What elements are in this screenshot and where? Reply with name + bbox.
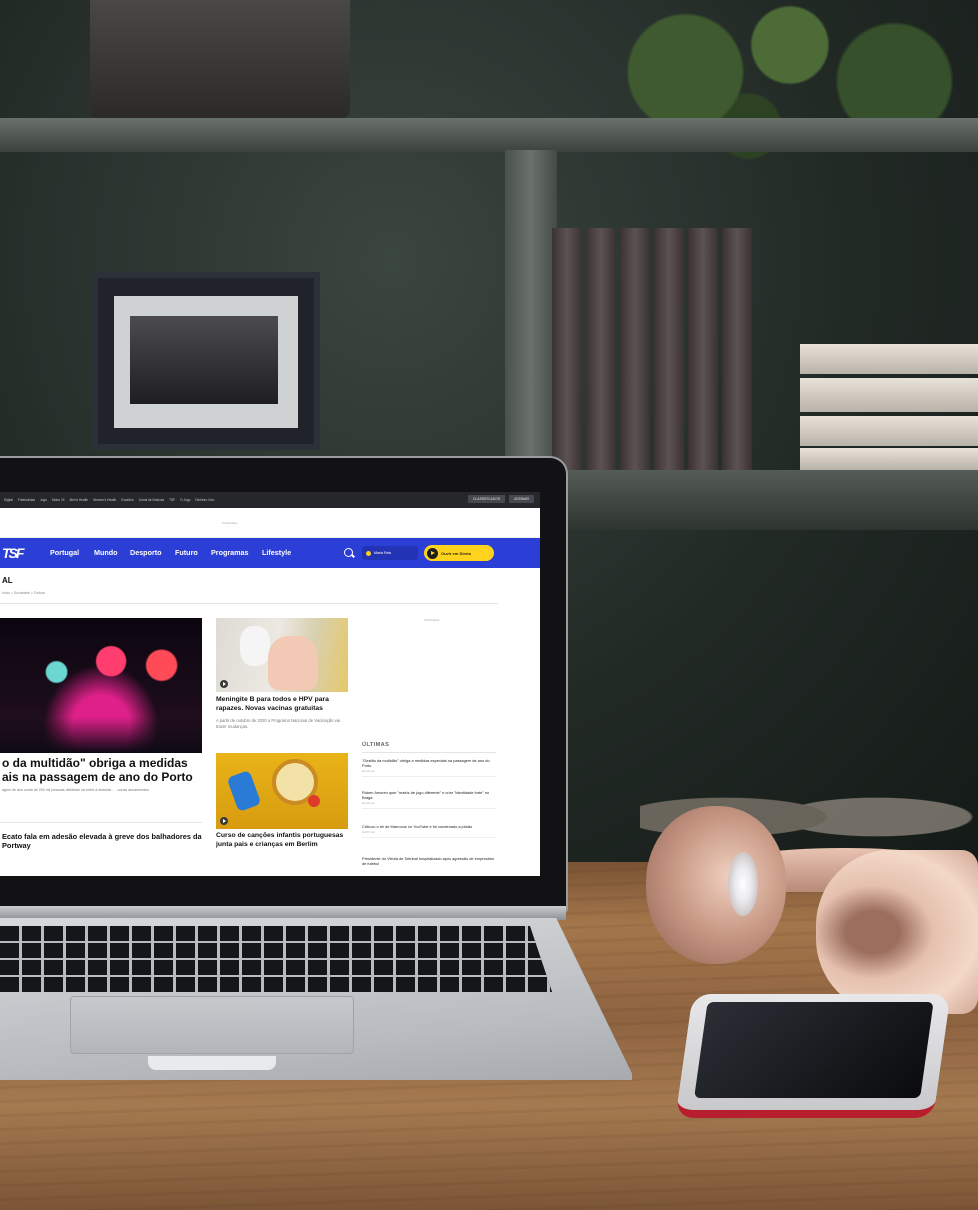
nav-item-programas[interactable]: Programas xyxy=(211,548,249,557)
book xyxy=(688,228,718,470)
latest-title: Rúben Amorim quer "matriz de jogo difere… xyxy=(362,790,490,800)
glove-shape xyxy=(240,626,270,666)
story-headline[interactable]: Ecato fala em adesão elevada à greve dos… xyxy=(2,832,202,850)
latest-heading: ÚLTIMAS xyxy=(362,742,390,748)
nav-item-desporto[interactable]: Desporto xyxy=(130,548,162,557)
latest-time: Há 10 min xyxy=(362,769,375,773)
book xyxy=(586,228,616,470)
laptop-lip xyxy=(148,1056,276,1070)
headphones-cup xyxy=(646,806,786,964)
hero-headline[interactable]: o da multidão" obriga a medidas ais na p… xyxy=(2,756,202,784)
toy-shape xyxy=(308,795,320,807)
nav-item-futuro[interactable]: Futuro xyxy=(175,548,198,557)
listen-live-label: Ouvir em Direto xyxy=(441,550,472,556)
divider xyxy=(0,603,498,604)
topbar-link[interactable]: Dinheiro Vivo xyxy=(195,498,214,502)
hand-shape xyxy=(268,636,318,690)
frame-photo xyxy=(130,316,278,404)
latest-time: Há 57 min xyxy=(362,830,375,834)
search-icon[interactable] xyxy=(344,548,353,557)
play-icon xyxy=(220,817,228,825)
classifieds-button[interactable]: CLASSIFICADOS xyxy=(467,495,506,503)
book-stack xyxy=(800,448,978,470)
topbar-link[interactable]: Futebolistas xyxy=(18,498,35,502)
book-stack xyxy=(800,416,978,446)
book xyxy=(552,228,582,470)
topbar-link[interactable]: Evasões xyxy=(121,498,133,502)
user-name: Maria Reis xyxy=(374,551,392,555)
divider xyxy=(362,776,496,777)
card-image-toys[interactable] xyxy=(216,753,348,829)
books xyxy=(552,228,772,470)
user-menu[interactable]: Maria Reis xyxy=(362,546,418,560)
shelf-top xyxy=(0,118,978,152)
latest-time: Há 30 min xyxy=(362,801,375,805)
site-topbar: Digital Futebolistas Jogo Motor 24 Men's… xyxy=(0,492,540,508)
list-item[interactable]: Presidente do Vitória de Setúbal hospita… xyxy=(362,856,496,866)
ad-strip: Publicidade xyxy=(0,508,540,538)
basket xyxy=(90,0,350,118)
smartphone xyxy=(675,994,951,1118)
site-logo[interactable]: TSF xyxy=(2,545,26,561)
book xyxy=(722,228,752,470)
book xyxy=(654,228,684,470)
section-title: AL xyxy=(2,576,13,585)
topbar-link[interactable]: Men's Health xyxy=(70,498,89,502)
topbar-buttons: CLASSIFICADOS ASSINAR xyxy=(467,495,534,503)
breadcrumb[interactable]: Início > Sociedade > Cultura xyxy=(2,591,45,595)
book-stack xyxy=(800,378,978,412)
topbar-link[interactable]: Digital xyxy=(4,498,13,502)
nav-item-mundo[interactable]: Mundo xyxy=(94,548,118,557)
sidebar-ad-label: Publicidade xyxy=(424,618,440,622)
smartphone-screen xyxy=(694,1002,934,1098)
topbar-link[interactable]: O Jogo xyxy=(180,498,190,502)
hero-image-fireworks[interactable] xyxy=(0,618,202,753)
latest-title: Critícou o rei de Marrocos no YouTube e … xyxy=(362,824,473,829)
shelf-upright xyxy=(505,150,557,470)
list-item[interactable]: Critícou o rei de Marrocos no YouTube e … xyxy=(362,824,496,838)
divider xyxy=(362,837,496,838)
hero-lead: agem de ano conta de 200 mil pessoas div… xyxy=(2,788,150,792)
subscribe-button[interactable]: ASSINAR xyxy=(509,495,534,503)
main-nav: TSF Portugal Mundo Desporto Futuro Progr… xyxy=(0,538,540,568)
laptop-hinge xyxy=(0,906,566,920)
book-stack xyxy=(800,344,978,374)
keyboard-rows xyxy=(0,926,552,992)
topbar-link[interactable]: Women's Health xyxy=(93,498,116,502)
user-avatar-icon xyxy=(366,550,371,556)
card-headline[interactable]: Meningite B para todos e HPV para rapaze… xyxy=(216,696,350,713)
play-icon xyxy=(220,680,228,688)
laptop-screen: Digital Futebolistas Jogo Motor 24 Men's… xyxy=(0,492,540,876)
divider xyxy=(0,822,202,823)
list-item[interactable]: Rúben Amorim quer "matriz de jogo difere… xyxy=(362,790,496,809)
card-lead: A partir de outubro de 2020 o Programa N… xyxy=(216,718,340,729)
toy-shape xyxy=(226,769,262,813)
card-image-vaccine[interactable] xyxy=(216,618,348,692)
nav-item-portugal[interactable]: Portugal xyxy=(50,548,79,557)
topbar-link[interactable]: Jogo xyxy=(40,498,47,502)
ad-label: Publicidade xyxy=(222,521,238,525)
topbar-link[interactable]: Motor 24 xyxy=(52,498,65,502)
headphones-cup xyxy=(816,850,978,1014)
nav-item-lifestyle[interactable]: Lifestyle xyxy=(262,548,291,557)
divider xyxy=(362,752,496,753)
trackpad xyxy=(70,996,354,1054)
book xyxy=(620,228,650,470)
picture-frame xyxy=(92,272,320,450)
play-icon xyxy=(427,547,438,559)
divider xyxy=(362,808,496,809)
plant xyxy=(560,0,978,180)
listen-live-button[interactable]: Ouvir em Direto xyxy=(424,545,494,561)
card-headline[interactable]: Curso de canções infantis portuguesas ju… xyxy=(216,832,350,849)
list-item[interactable]: "Gestão da multidão" obriga a medidas es… xyxy=(362,758,496,777)
topbar-link[interactable]: TSF xyxy=(169,498,175,502)
latest-title: "Gestão da multidão" obriga a medidas es… xyxy=(362,758,490,768)
latest-title: Presidente do Vitória de Setúbal hospita… xyxy=(362,856,495,866)
shelf-bottom xyxy=(560,470,978,530)
topbar-link[interactable]: Jornal de Notícias xyxy=(139,498,165,502)
